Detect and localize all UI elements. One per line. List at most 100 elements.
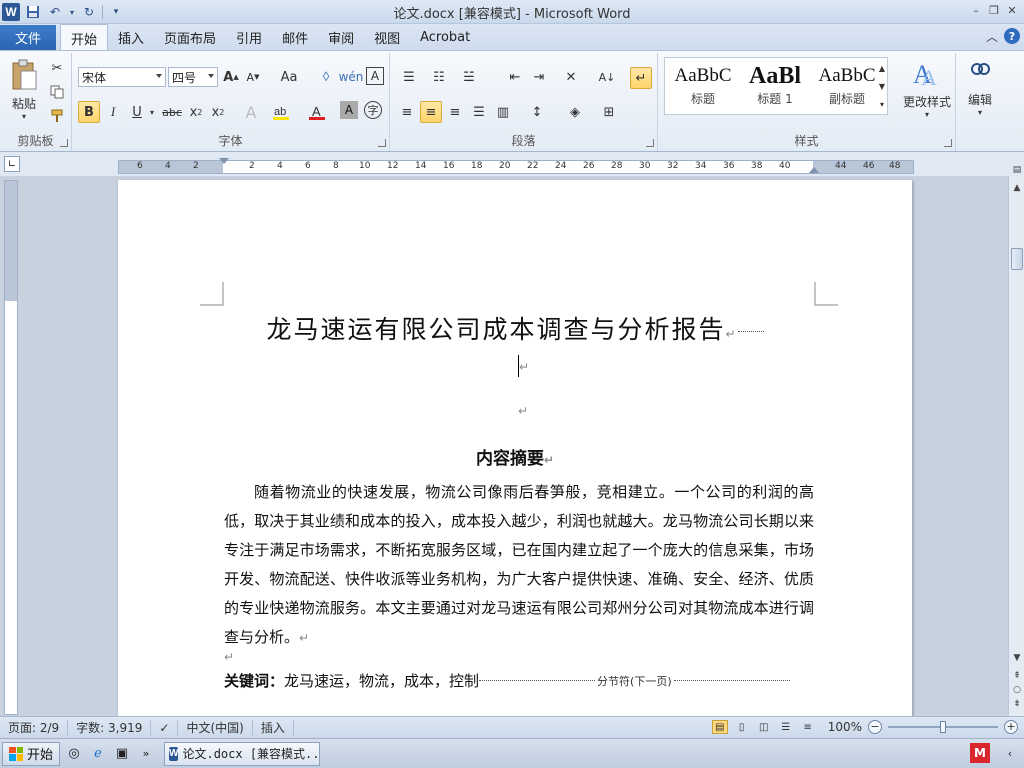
tab-selector-icon[interactable]: ∟ bbox=[4, 156, 20, 172]
zoom-in-icon[interactable]: + bbox=[1004, 720, 1018, 734]
scroll-up-icon[interactable]: ▲ bbox=[1011, 182, 1023, 194]
clear-formatting-icon[interactable]: ꕺ bbox=[316, 67, 336, 87]
format-painter-icon[interactable] bbox=[48, 107, 66, 125]
sort-icon[interactable]: A↓ bbox=[596, 67, 618, 87]
document-canvas[interactable]: 龙马速运有限公司成本调查与分析报告↵ ↵ ↵ 内容摘要↵ 随着物流业的快速发展，… bbox=[20, 176, 1008, 716]
paragraph-launcher-icon[interactable] bbox=[646, 139, 654, 147]
shrink-font-icon[interactable]: A ▼ bbox=[244, 67, 262, 87]
styles-more-icon[interactable]: ▾ bbox=[877, 96, 887, 112]
tab-references[interactable]: 引用 bbox=[226, 24, 272, 50]
minimize-ribbon-icon[interactable]: ︿ bbox=[986, 28, 998, 45]
quick-launch-icon[interactable]: ◎ bbox=[64, 744, 84, 764]
outline-view-icon[interactable]: ☰ bbox=[778, 720, 794, 734]
tab-home[interactable]: 开始 bbox=[60, 24, 109, 51]
bold-icon[interactable]: B bbox=[78, 101, 100, 123]
language-status[interactable]: 中文(中国) bbox=[178, 719, 253, 736]
align-center-icon[interactable]: ≡ bbox=[420, 101, 442, 123]
line-spacing-icon[interactable]: ↕ bbox=[524, 101, 550, 123]
paste-button[interactable]: 粘贴 bbox=[6, 95, 42, 111]
superscript-icon[interactable]: x2 bbox=[208, 101, 228, 123]
clipboard-launcher-icon[interactable] bbox=[60, 139, 68, 147]
zoom-slider[interactable] bbox=[888, 720, 998, 734]
show-more-icon[interactable]: » bbox=[136, 744, 156, 764]
copy-icon[interactable] bbox=[48, 83, 66, 101]
zoom-out-icon[interactable]: − bbox=[868, 720, 882, 734]
horizontal-ruler[interactable]: 6 4 2 2 4 6 8 10 12 14 16 18 20 22 24 26… bbox=[118, 158, 914, 174]
browse-object-icon[interactable]: ○ bbox=[1011, 684, 1023, 696]
zoom-level[interactable]: 100% bbox=[828, 720, 862, 734]
chinese-layout-icon[interactable]: ✕ bbox=[558, 67, 584, 87]
shading-icon[interactable]: ◈ bbox=[562, 101, 588, 123]
character-border-icon[interactable]: A bbox=[366, 67, 384, 85]
previous-page-icon[interactable]: ⇞ bbox=[1011, 670, 1023, 682]
zoom-knob[interactable] bbox=[940, 721, 946, 733]
subscript-icon[interactable]: x2 bbox=[186, 101, 206, 123]
styles-scroll-up-icon[interactable]: ▲ bbox=[877, 60, 887, 76]
justify-icon[interactable]: ☰ bbox=[468, 101, 490, 123]
restore-icon[interactable]: ❐ bbox=[986, 2, 1002, 18]
start-button[interactable]: 开始 bbox=[2, 741, 61, 766]
change-styles-button[interactable]: 更改样式 bbox=[900, 93, 954, 109]
font-name-combo[interactable]: 宋体 bbox=[78, 67, 166, 87]
editing-button[interactable]: 编辑 bbox=[962, 91, 998, 107]
show-marks-icon[interactable]: ↵ bbox=[630, 67, 652, 89]
styles-scroll-down-icon[interactable]: ▼ bbox=[877, 78, 887, 94]
tray-app-icon[interactable]: M bbox=[970, 743, 990, 763]
tab-insert[interactable]: 插入 bbox=[108, 24, 154, 50]
font-color-icon[interactable]: A bbox=[306, 101, 328, 123]
document-page[interactable]: 龙马速运有限公司成本调查与分析报告↵ ↵ ↵ 内容摘要↵ 随着物流业的快速发展，… bbox=[118, 180, 912, 716]
align-right-icon[interactable]: ≡ bbox=[444, 101, 466, 123]
change-styles-dropdown-icon[interactable]: ▾ bbox=[922, 109, 932, 119]
full-screen-reading-icon[interactable]: ▯ bbox=[734, 720, 750, 734]
styles-launcher-icon[interactable] bbox=[944, 139, 952, 147]
change-case-button[interactable]: Aa bbox=[276, 67, 302, 87]
print-layout-view-icon[interactable]: ▤ bbox=[711, 720, 728, 734]
change-styles-icon[interactable]: AA bbox=[906, 57, 946, 91]
editing-dropdown-icon[interactable]: ▾ bbox=[975, 107, 985, 117]
scroll-down-icon[interactable]: ▼ bbox=[1011, 652, 1023, 664]
strikethrough-icon[interactable]: abc bbox=[160, 101, 184, 123]
multilevel-list-icon[interactable]: ☱ bbox=[456, 67, 482, 87]
highlight-icon[interactable]: ab bbox=[270, 101, 292, 123]
tab-mailings[interactable]: 邮件 bbox=[272, 24, 318, 50]
tray-expand-icon[interactable]: ‹ bbox=[1000, 743, 1020, 763]
tab-view[interactable]: 视图 bbox=[364, 24, 410, 50]
minimize-icon[interactable]: – bbox=[968, 2, 984, 18]
draft-view-icon[interactable]: ≡ bbox=[800, 720, 816, 734]
quick-launch-app-icon[interactable]: ▣ bbox=[112, 744, 132, 764]
style-heading1[interactable]: AaBl 标题 1 bbox=[739, 62, 811, 112]
tab-page-layout[interactable]: 页面布局 bbox=[154, 24, 226, 50]
internet-explorer-icon[interactable]: ℯ bbox=[88, 744, 108, 764]
tab-review[interactable]: 审阅 bbox=[318, 24, 364, 50]
enclose-characters-icon[interactable]: 字 bbox=[364, 101, 382, 119]
character-shading-icon[interactable]: A bbox=[340, 101, 358, 119]
proofing-icon[interactable]: ✓ bbox=[151, 719, 179, 736]
increase-indent-icon[interactable]: ⇥ bbox=[528, 67, 550, 87]
numbering-icon[interactable]: ☷ bbox=[426, 67, 452, 87]
first-line-indent-marker[interactable] bbox=[219, 158, 229, 164]
web-layout-icon[interactable]: ◫ bbox=[756, 720, 772, 734]
help-icon[interactable]: ? bbox=[1004, 28, 1020, 44]
phonetic-guide-icon[interactable]: wén bbox=[339, 67, 364, 87]
vertical-scrollbar[interactable]: ▤ ▲ ▼ ⇞ ○ ⇟ bbox=[1008, 165, 1024, 716]
style-title[interactable]: AaBbC 标题 bbox=[667, 62, 739, 112]
underline-icon[interactable]: U bbox=[126, 101, 148, 123]
decrease-indent-icon[interactable]: ⇤ bbox=[504, 67, 526, 87]
paste-icon[interactable] bbox=[8, 57, 40, 93]
vertical-ruler[interactable] bbox=[4, 180, 18, 715]
italic-icon[interactable]: I bbox=[102, 101, 124, 123]
word-count[interactable]: 字数: 3,919 bbox=[68, 719, 152, 736]
page-count[interactable]: 页面: 2/9 bbox=[0, 719, 69, 736]
insert-mode-status[interactable]: 插入 bbox=[253, 719, 294, 736]
scroll-thumb[interactable] bbox=[1011, 248, 1023, 270]
style-subtitle[interactable]: AaBbC 副标题 bbox=[811, 62, 883, 112]
right-indent-marker[interactable] bbox=[809, 167, 819, 173]
taskbar-word-window[interactable]: W 论文.docx [兼容模式... bbox=[164, 741, 321, 766]
borders-icon[interactable]: ⊞ bbox=[596, 101, 622, 123]
font-name-dropdown-icon[interactable] bbox=[156, 74, 162, 78]
cut-icon[interactable]: ✂ bbox=[48, 59, 66, 77]
font-size-combo[interactable]: 四号 bbox=[168, 67, 218, 87]
align-left-icon[interactable]: ≡ bbox=[396, 101, 418, 123]
tab-acrobat[interactable]: Acrobat bbox=[410, 24, 480, 50]
find-icon[interactable] bbox=[968, 59, 992, 83]
